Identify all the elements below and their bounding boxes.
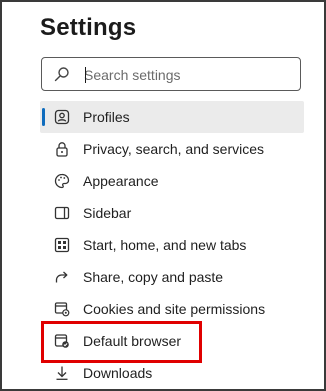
- lock-icon: [56, 142, 68, 157]
- search-icon: [54, 67, 69, 82]
- nav-item-cookies[interactable]: Cookies and site permissions: [40, 293, 304, 325]
- nav-item-label: Share, copy and paste: [83, 269, 224, 285]
- nav-item-label: Privacy, search, and services: [83, 141, 265, 157]
- palette-icon: [54, 173, 70, 189]
- nav-item-label: Profiles: [83, 109, 130, 125]
- nav-item-label: Sidebar: [83, 205, 132, 221]
- nav-item-label: Appearance: [83, 173, 159, 189]
- sidebar-icon: [54, 206, 70, 220]
- nav-item-label: Downloads: [83, 365, 153, 381]
- nav-item-profiles[interactable]: Profiles: [40, 101, 304, 133]
- share-icon: [55, 271, 68, 283]
- text-caret: [85, 67, 86, 83]
- page-title: Settings: [40, 14, 137, 41]
- search-box[interactable]: [41, 57, 301, 91]
- download-icon: [56, 366, 68, 380]
- profile-icon: [54, 109, 70, 125]
- nav-item-start-home[interactable]: Start, home, and new tabs: [40, 229, 304, 261]
- nav-item-appearance[interactable]: Appearance: [40, 165, 304, 197]
- search-input[interactable]: [84, 64, 289, 86]
- settings-nav: Profiles Privacy, search, and services A…: [40, 101, 304, 389]
- nav-item-privacy[interactable]: Privacy, search, and services: [40, 133, 304, 165]
- default-browser-icon: [54, 334, 69, 348]
- nav-item-label: Cookies and site permissions: [83, 301, 266, 317]
- home-tabs-icon: [54, 237, 70, 253]
- nav-item-share-copy-paste[interactable]: Share, copy and paste: [40, 261, 304, 293]
- active-indicator: [42, 108, 45, 126]
- cookies-permissions-icon: [54, 302, 70, 317]
- settings-panel: Settings Profiles Privacy, search, an: [0, 0, 326, 391]
- nav-item-downloads[interactable]: Downloads: [40, 357, 304, 389]
- nav-item-label: Start, home, and new tabs: [83, 237, 247, 253]
- nav-item-sidebar[interactable]: Sidebar: [40, 197, 304, 229]
- nav-item-label: Default browser: [83, 333, 182, 349]
- nav-item-default-browser[interactable]: Default browser: [40, 325, 304, 357]
